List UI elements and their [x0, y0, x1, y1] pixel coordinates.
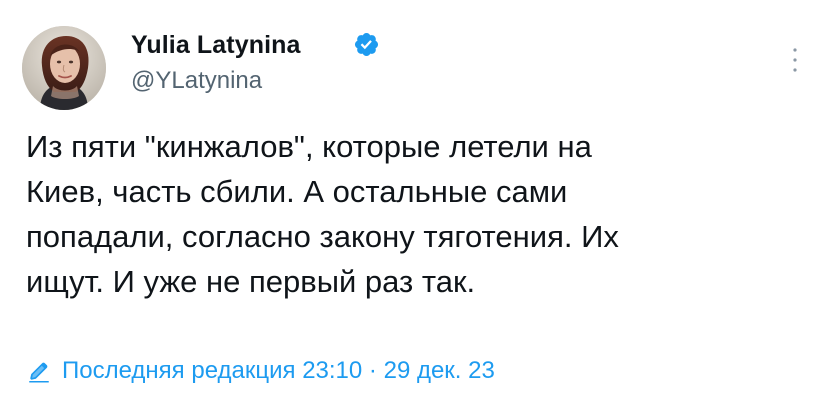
- pencil-icon: [26, 358, 52, 384]
- tweet-card: Yulia Latynina @YLatynina Из пяти "кинжа…: [0, 0, 834, 400]
- tweet-text-line: попадали, согласно закону тяготения. Их: [26, 219, 619, 254]
- verified-badge-icon: [353, 31, 380, 58]
- last-edited-separator: ·: [368, 357, 377, 384]
- last-edited-text: Последняя редакция 23:10 · 29 дек. 23: [62, 356, 495, 386]
- more-options-button[interactable]: [782, 40, 808, 80]
- tweet-text-line: Киев, часть сбили. А остальные сами: [26, 174, 568, 209]
- author-handle[interactable]: @YLatynina: [131, 66, 262, 96]
- profile-photo-icon: [22, 26, 106, 110]
- avatar[interactable]: [22, 26, 106, 110]
- last-edited-time: 23:10: [302, 357, 363, 384]
- more-vertical-icon: [793, 48, 797, 72]
- author-name[interactable]: Yulia Latynina: [131, 30, 301, 60]
- last-edited-label: Последняя редакция: [62, 357, 296, 384]
- last-edited-date: 29 дек. 23: [383, 357, 495, 384]
- tweet-text: Из пяти "кинжалов", которые летели на Ки…: [26, 124, 796, 304]
- tweet-text-line: Из пяти "кинжалов", которые летели на: [26, 129, 592, 164]
- last-edited-link[interactable]: Последняя редакция 23:10 · 29 дек. 23: [26, 353, 495, 389]
- tweet-text-line: ищут. И уже не первый раз так.: [26, 264, 476, 299]
